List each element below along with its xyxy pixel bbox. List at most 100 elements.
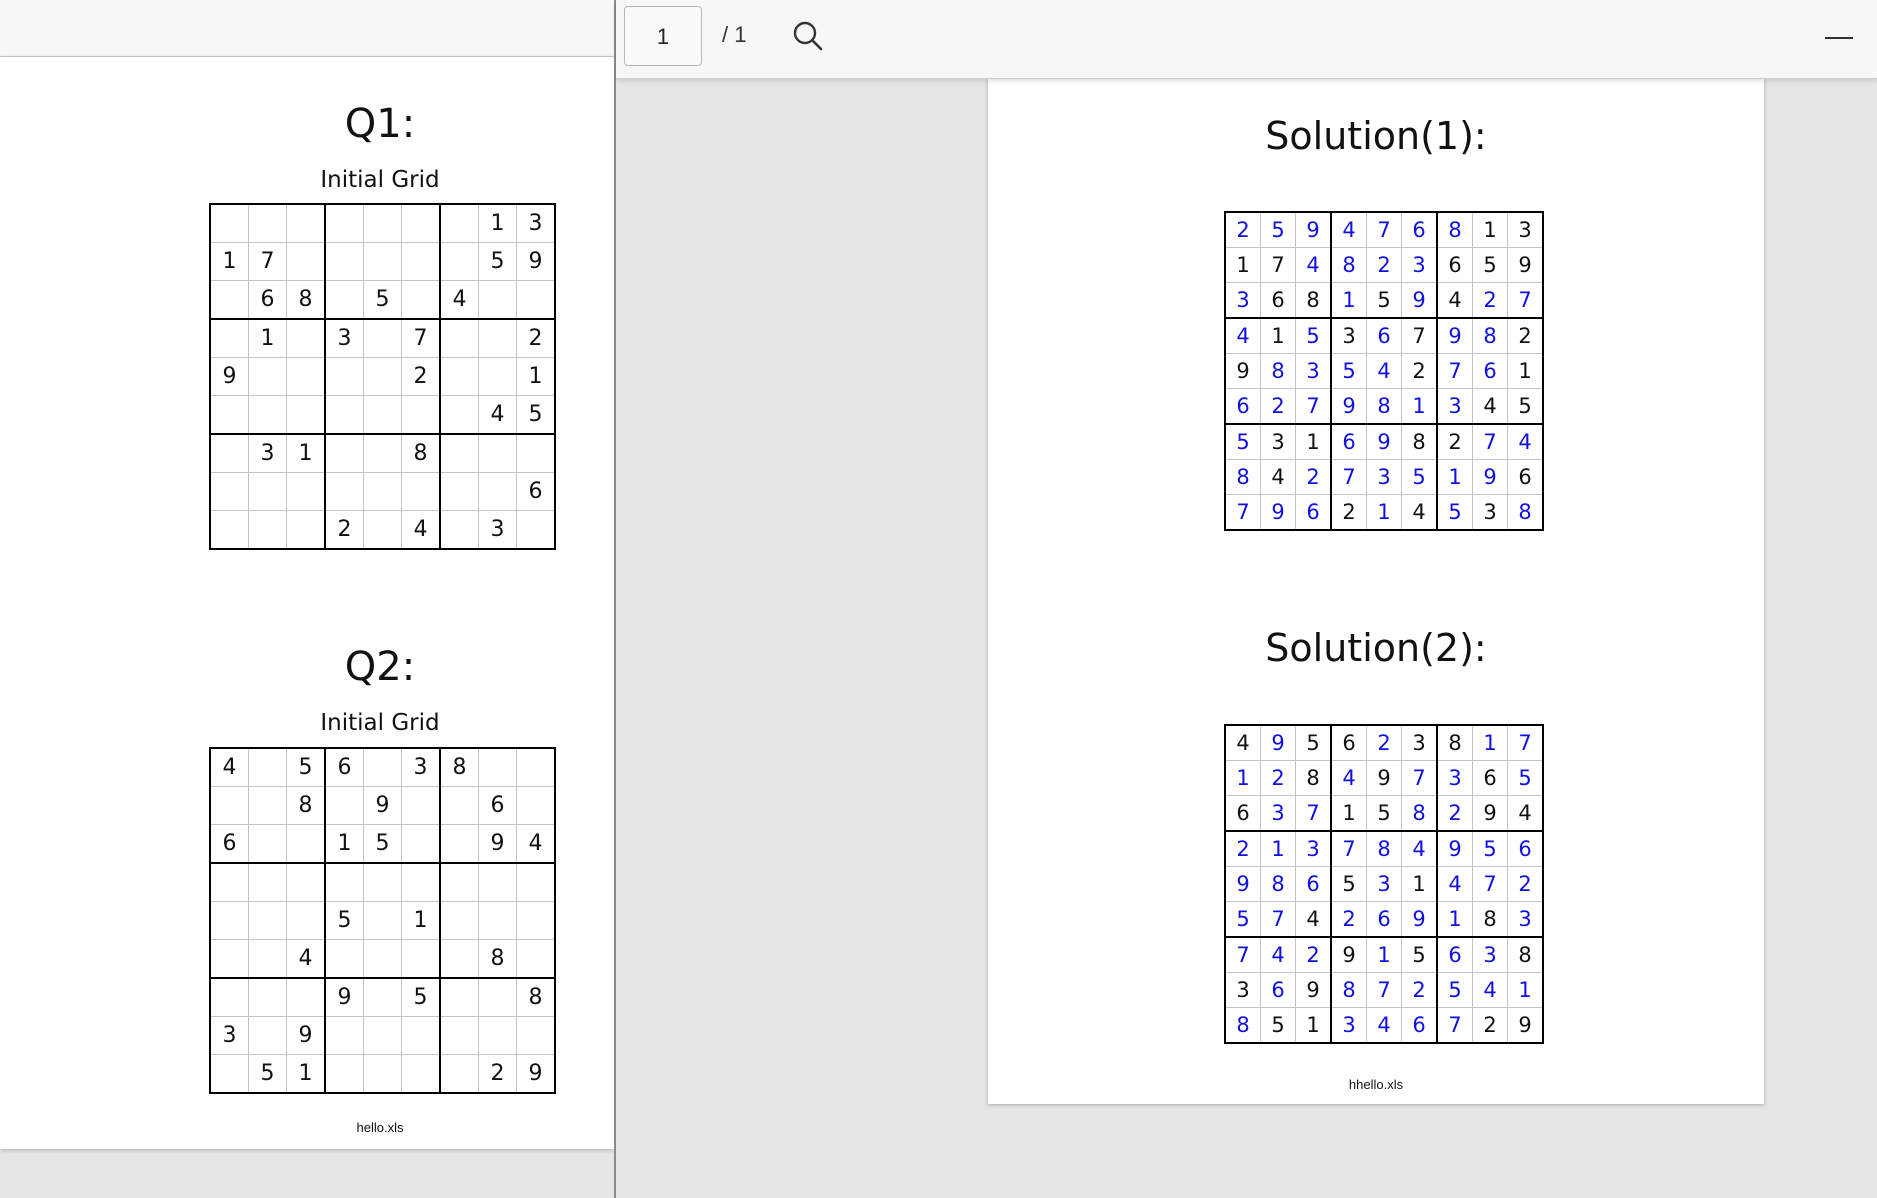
sudoku-cell: 4 (1507, 795, 1544, 832)
sudoku-cell: 6 (1295, 494, 1332, 531)
sudoku-cell: 6 (1330, 423, 1367, 460)
sudoku-cell: 8 (1472, 901, 1508, 938)
sudoku-cell (286, 510, 326, 550)
sudoku-cell: 5 (1330, 353, 1367, 389)
sudoku-cell: 7 (248, 242, 287, 281)
grid-row: 13 (209, 203, 556, 243)
sudoku-cell: 5 (1472, 830, 1508, 867)
sudoku-cell (286, 862, 326, 902)
sudoku-cell (363, 242, 402, 281)
sudoku-cell: 9 (1507, 1007, 1544, 1044)
grid-row: 174823659 (1224, 247, 1544, 283)
sudoku-cell: 2 (401, 357, 441, 396)
sudoku-cell (209, 280, 249, 320)
sudoku-cell: 6 (1260, 282, 1296, 319)
sudoku-cell (401, 939, 441, 979)
q2-sudoku-grid: 45638896615945148958395129 (209, 747, 556, 1094)
sudoku-cell (363, 1054, 402, 1094)
sudoku-cell: 1 (1366, 494, 1402, 531)
sudoku-cell: 1 (478, 203, 517, 243)
sudoku-cell (324, 1016, 364, 1055)
sudoku-cell: 5 (1401, 459, 1438, 495)
sudoku-cell: 1 (1507, 972, 1544, 1008)
sudoku-cell: 2 (1295, 936, 1332, 973)
sudoku-cell (439, 901, 479, 940)
sudoku-cell (439, 203, 479, 243)
sudoku-cell: 6 (1295, 866, 1332, 902)
sudoku-cell (363, 1016, 402, 1055)
sudoku-cell: 1 (1260, 317, 1296, 354)
grid-row: 9 2 1 (209, 357, 556, 396)
sudoku-cell (439, 1054, 479, 1094)
sudoku-cell: 7 (1366, 972, 1402, 1008)
sudoku-cell: 6 (1401, 1007, 1438, 1044)
sudoku-cell: 5 (1260, 211, 1296, 248)
sudoku-cell: 8 (286, 280, 326, 320)
sudoku-cell (324, 939, 364, 979)
sudoku-cell (439, 395, 479, 435)
sudoku-cell (324, 242, 364, 281)
sudoku-cell: 8 (1295, 760, 1332, 796)
sudoku-cell: 9 (324, 977, 364, 1017)
sudoku-cell: 7 (1330, 459, 1367, 495)
grid-row: 243 (209, 510, 556, 550)
q1-sudoku-grid: 13175968541372921453186243 (209, 203, 556, 550)
sudoku-cell (324, 280, 364, 320)
sudoku-cell: 3 (478, 510, 517, 550)
sudoku-cell: 3 (1295, 353, 1332, 389)
sudoku-cell (324, 472, 364, 511)
sudoku-cell: 7 (1436, 1007, 1473, 1044)
sudoku-cell: 5 (1366, 795, 1402, 832)
sudoku-cell (516, 901, 556, 940)
solution1-title: Solution(1): (1265, 114, 1487, 158)
sudoku-cell: 5 (363, 280, 402, 320)
sudoku-cell (363, 901, 402, 940)
sudoku-cell: 5 (1366, 282, 1402, 319)
grid-row: 51 29 (209, 1054, 556, 1094)
sudoku-cell: 9 (1260, 494, 1296, 531)
sudoku-cell: 6 (209, 824, 249, 864)
sudoku-cell: 4 (1507, 423, 1544, 460)
sudoku-cell: 3 (1401, 247, 1438, 283)
sudoku-cell (324, 786, 364, 825)
sudoku-cell: 8 (1366, 388, 1402, 425)
q1-grid-caption: Initial Grid (320, 167, 440, 193)
sudoku-cell: 7 (1366, 211, 1402, 248)
sudoku-cell: 5 (1436, 494, 1473, 531)
sudoku-cell: 9 (478, 824, 517, 864)
right-document-page: Solution(1): 259476813174823659368159427… (988, 78, 1764, 1104)
sudoku-cell (439, 242, 479, 281)
left-toolbar (0, 0, 614, 57)
sudoku-cell: 3 (248, 433, 287, 473)
grid-row: 45638 (209, 747, 556, 787)
sudoku-cell: 1 (1224, 247, 1261, 283)
sudoku-cell: 9 (1295, 972, 1332, 1008)
grid-row (209, 862, 556, 902)
sudoku-cell: 7 (1330, 830, 1367, 867)
sudoku-cell: 7 (1472, 866, 1508, 902)
sudoku-cell (209, 901, 249, 940)
sudoku-cell (478, 901, 517, 940)
sudoku-cell: 4 (209, 747, 249, 787)
sudoku-cell (478, 280, 517, 320)
search-icon[interactable] (790, 18, 826, 54)
minimize-icon[interactable] (1821, 24, 1857, 54)
sudoku-cell: 5 (1507, 388, 1544, 425)
sudoku-cell (209, 786, 249, 825)
sudoku-cell (401, 395, 441, 435)
page-number-input[interactable]: 1 (624, 6, 702, 66)
sudoku-cell (401, 280, 441, 320)
grid-row: 368159427 (1224, 282, 1544, 319)
sudoku-cell: 8 (1507, 494, 1544, 531)
sudoku-cell (401, 472, 441, 511)
sudoku-cell (401, 1054, 441, 1094)
grid-row: 1759 (209, 242, 556, 281)
grid-row: 796214538 (1224, 494, 1544, 531)
sudoku-cell (439, 824, 479, 864)
sudoku-cell (439, 977, 479, 1017)
sudoku-cell: 2 (1260, 760, 1296, 796)
sudoku-cell (209, 510, 249, 550)
grid-row: 48 (209, 939, 556, 979)
sudoku-cell (516, 786, 556, 825)
sudoku-cell: 9 (1330, 936, 1367, 973)
